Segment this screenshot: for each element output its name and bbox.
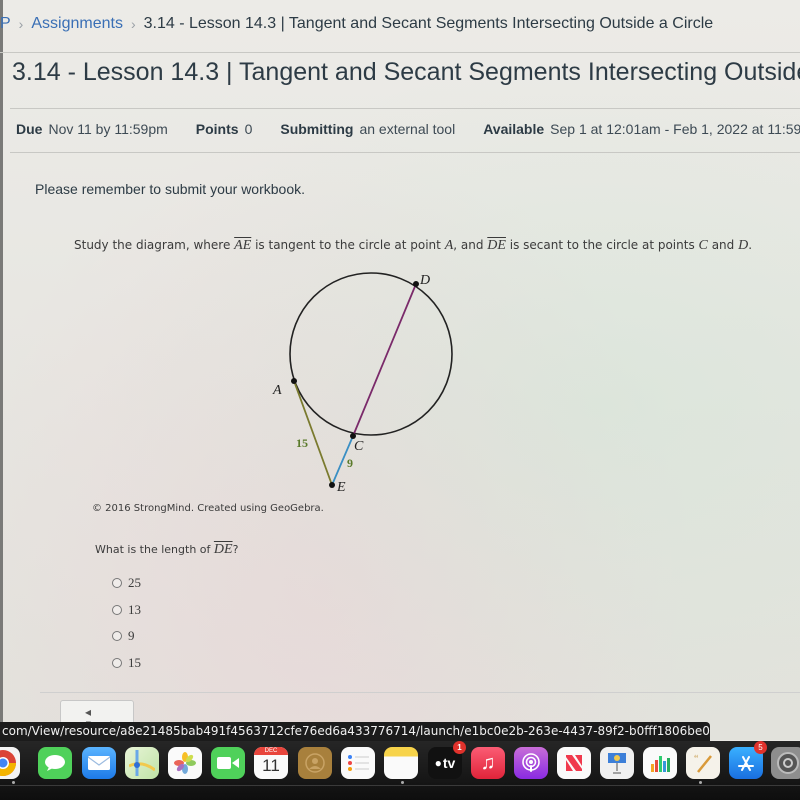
label-c: C xyxy=(354,439,364,454)
podcasts-icon[interactable] xyxy=(514,747,548,779)
label-a: A xyxy=(272,383,282,398)
divider xyxy=(40,692,800,693)
apple-tv-icon[interactable]: ● tv 1 xyxy=(428,741,466,779)
breadcrumb-course[interactable]: P xyxy=(0,15,11,33)
breadcrumb: P › Assignments › 3.14 - Lesson 14.3 | T… xyxy=(0,12,713,36)
point-a xyxy=(291,378,297,384)
assignment-details: Due Nov 11 by 11:59pm Points 0 Submittin… xyxy=(16,121,800,137)
points-label: Points xyxy=(195,121,239,137)
notification-badge: 5 xyxy=(754,741,767,754)
browser-viewport: P › Assignments › 3.14 - Lesson 14.3 | T… xyxy=(0,0,800,740)
breadcrumb-separator: › xyxy=(130,16,136,32)
messages-icon[interactable] xyxy=(38,747,72,779)
submitting-value: an external tool xyxy=(359,121,456,137)
divider xyxy=(10,108,800,109)
dock-shelf-line xyxy=(0,785,800,786)
news-icon[interactable] xyxy=(557,747,591,779)
photos-icon[interactable] xyxy=(168,747,202,779)
label-ae-length: 15 xyxy=(296,436,308,450)
breadcrumb-separator: › xyxy=(18,16,24,32)
pages-icon[interactable]: “ xyxy=(686,747,720,779)
segment-de: DE xyxy=(213,542,233,557)
system-preferences-icon[interactable] xyxy=(771,747,800,779)
label-e: E xyxy=(336,480,346,495)
segment-ae: AE xyxy=(234,238,252,253)
notification-badge: 1 xyxy=(453,741,466,754)
label-d: D xyxy=(419,273,430,288)
keynote-icon[interactable] xyxy=(600,747,634,779)
breadcrumb-current: 3.14 - Lesson 14.3 | Tangent and Secant … xyxy=(143,15,714,32)
breadcrumb-assignments[interactable]: Assignments xyxy=(31,15,123,33)
circle xyxy=(289,272,453,436)
divider xyxy=(10,152,800,153)
point-d xyxy=(413,281,419,287)
due-label: Due xyxy=(16,121,43,137)
chrome-icon[interactable] xyxy=(0,747,20,779)
radio-button[interactable] xyxy=(112,657,122,668)
running-indicator xyxy=(699,781,702,784)
due-value: Nov 11 by 11:59pm xyxy=(48,121,168,137)
radio-button[interactable] xyxy=(112,631,122,642)
answer-choice[interactable]: 13 xyxy=(112,597,141,624)
available-label: Available xyxy=(483,121,545,137)
svg-text:“: “ xyxy=(694,754,699,765)
mail-icon[interactable] xyxy=(82,747,116,779)
music-icon[interactable]: ♫ xyxy=(471,747,505,779)
radio-button[interactable] xyxy=(112,578,122,589)
geometry-diagram: A C D E 15 9 xyxy=(272,272,453,495)
calendar-icon[interactable]: DEC 11 xyxy=(254,747,288,779)
points-value: 0 xyxy=(244,121,253,137)
answer-choice[interactable]: 25 xyxy=(112,570,141,597)
facetime-icon[interactable] xyxy=(211,747,245,779)
diagram-credit: © 2016 StrongMind. Created using GeoGebr… xyxy=(92,503,324,514)
answer-choice[interactable]: 15 xyxy=(112,650,141,677)
notes-icon[interactable] xyxy=(384,747,418,779)
available-value: Sep 1 at 12:01am - Feb 1, 2022 at 11:59p… xyxy=(550,121,800,137)
link-status-bar: com/View/resource/a8e21485bab491f4563712… xyxy=(0,722,710,741)
tangent-segment-ae xyxy=(293,380,333,486)
page-title: 3.14 - Lesson 14.3 | Tangent and Secant … xyxy=(12,58,800,86)
point-e xyxy=(329,482,335,488)
answer-choices: 25 13 9 15 xyxy=(112,570,141,676)
running-indicator xyxy=(12,781,15,784)
maps-icon[interactable] xyxy=(125,747,159,779)
question-prompt: Study the diagram, where AE is tangent t… xyxy=(74,238,753,253)
answer-choice[interactable]: 9 xyxy=(112,623,141,650)
running-indicator xyxy=(401,781,404,784)
secant-inner-segment-cd xyxy=(352,283,417,437)
radio-button[interactable] xyxy=(112,604,122,615)
submitting-label: Submitting xyxy=(280,121,354,137)
reminders-icon[interactable] xyxy=(341,747,375,779)
segment-de: DE xyxy=(487,238,506,253)
contacts-icon[interactable] xyxy=(298,747,332,779)
label-ce-length: 9 xyxy=(347,456,353,470)
app-store-icon[interactable]: 5 xyxy=(729,741,767,779)
apple-logo-icon: ● xyxy=(434,756,442,770)
reminder-text: Please remember to submit your workbook. xyxy=(35,181,305,197)
calendar-day: 11 xyxy=(262,756,280,775)
divider xyxy=(0,52,800,53)
window-edge xyxy=(0,0,3,740)
numbers-icon[interactable] xyxy=(643,747,677,779)
calendar-month: DEC xyxy=(254,747,288,755)
question-text: What is the length of DE? xyxy=(95,542,239,557)
